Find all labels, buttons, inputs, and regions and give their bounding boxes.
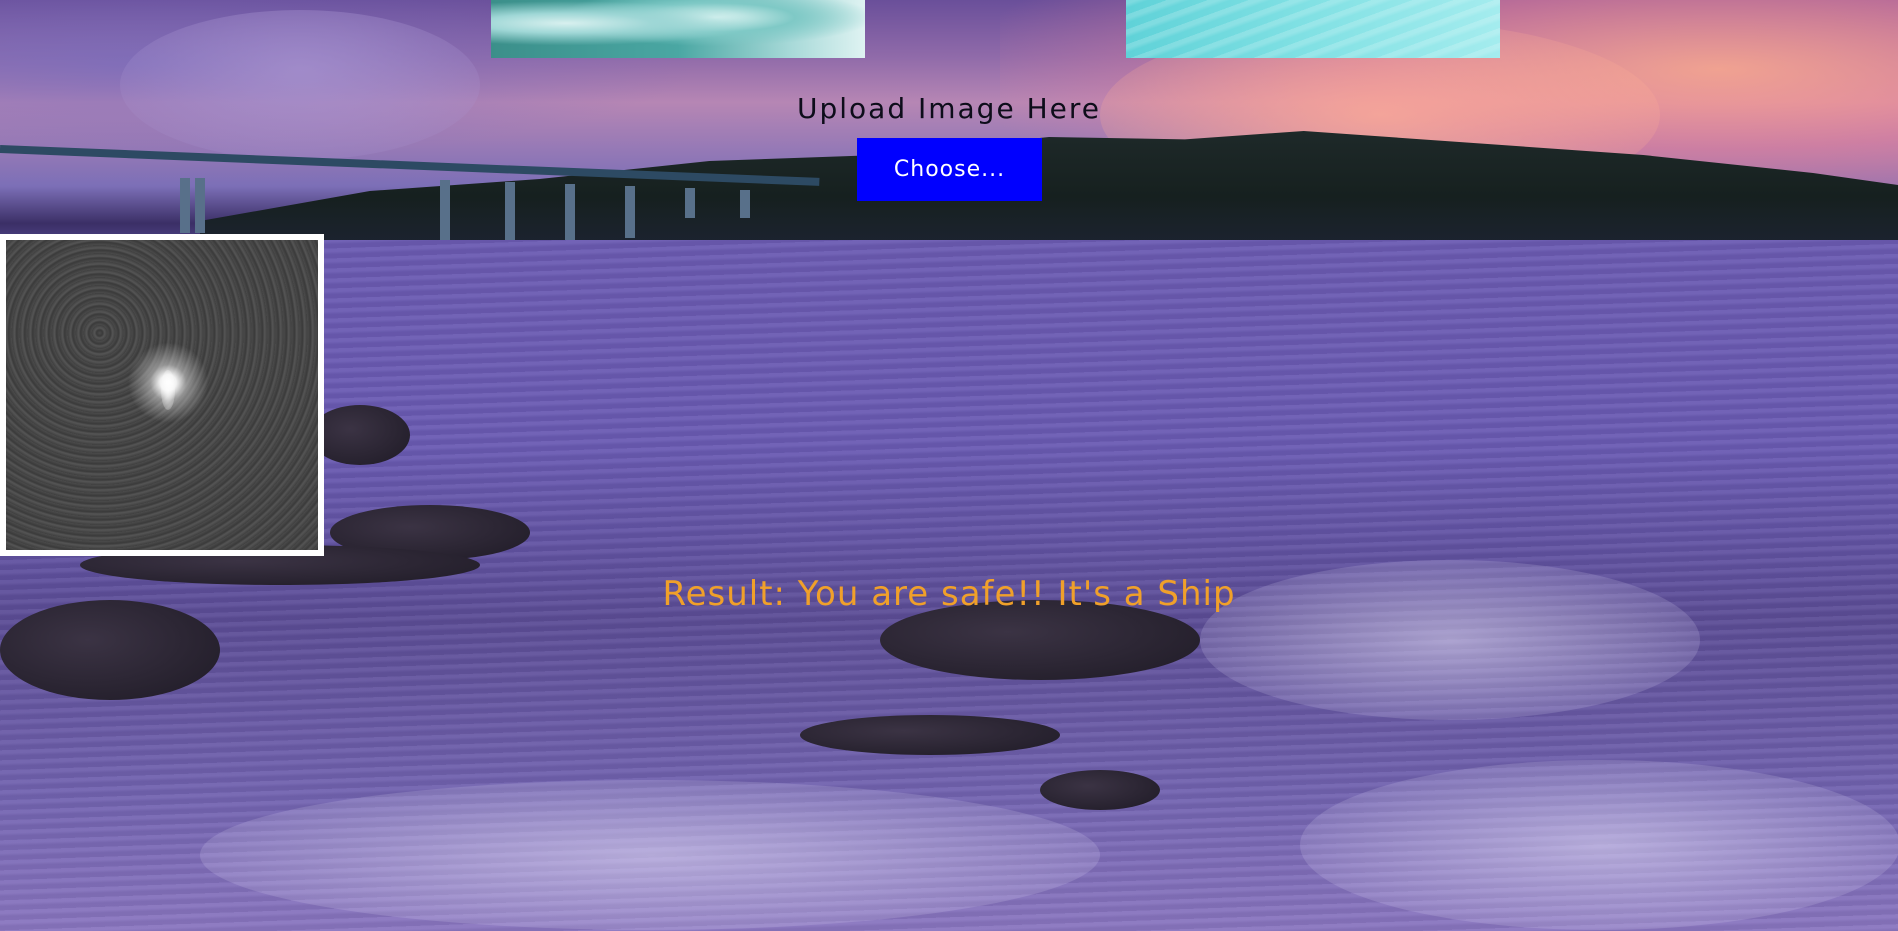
bridge-pillar	[685, 188, 695, 218]
wave-foam	[200, 780, 1100, 930]
wave-foam	[1300, 760, 1898, 930]
rock	[1040, 770, 1160, 810]
bridge-pillar	[565, 184, 575, 240]
bridge-pillar	[180, 178, 190, 233]
sample-image-icebergs	[491, 0, 865, 58]
rock	[310, 405, 410, 465]
bridge-pillar	[505, 182, 515, 242]
bridge-pillar	[195, 178, 205, 233]
rock	[0, 600, 220, 700]
sample-image-water	[1126, 0, 1500, 58]
bridge-pillar	[625, 186, 635, 238]
choose-file-button[interactable]: Choose...	[857, 138, 1042, 201]
bridge-pillar	[740, 190, 750, 218]
upload-title: Upload Image Here	[796, 92, 1101, 125]
page-background: Upload Image Here Choose... Result: You …	[0, 0, 1898, 931]
bridge-pillar	[440, 180, 450, 242]
rock	[800, 715, 1060, 755]
cloud-left	[120, 10, 480, 160]
uploaded-image-preview	[0, 234, 324, 556]
result-text: Result: You are safe!! It's a Ship	[662, 574, 1236, 614]
ship-highlight	[161, 370, 175, 410]
